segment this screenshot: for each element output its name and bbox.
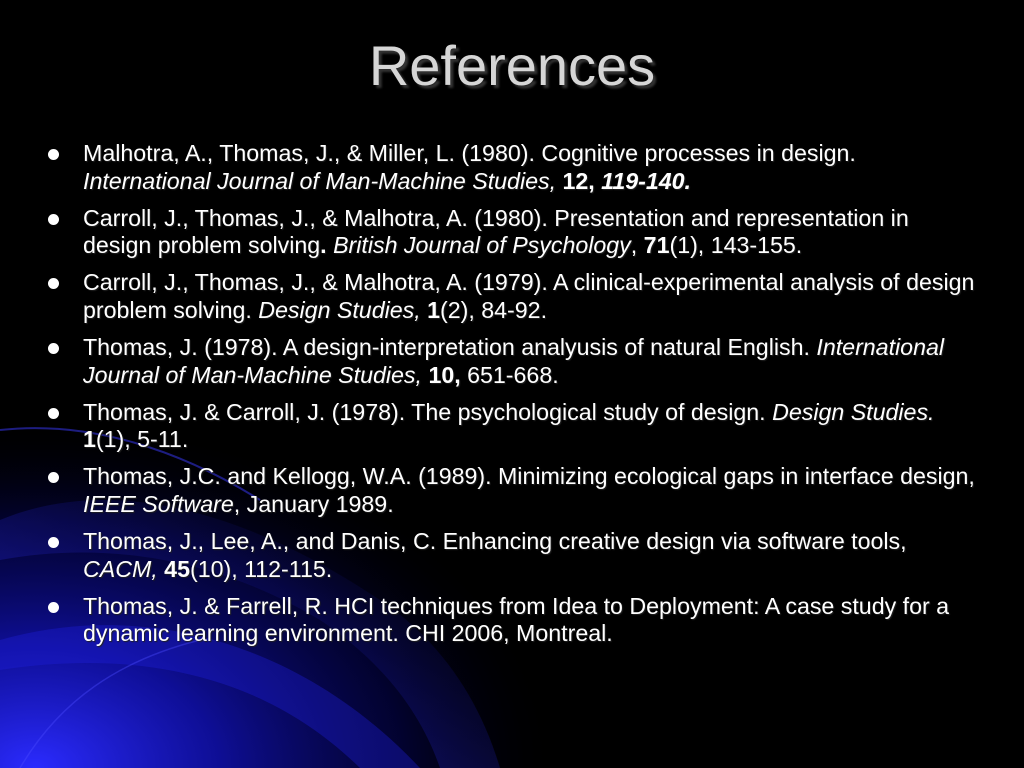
journal-name: International Journal of Man-Machine Stu… — [83, 167, 557, 194]
reference-item: Malhotra, A., Thomas, J., & Miller, L. (… — [48, 140, 978, 195]
journal-name: British Journal of Psychology — [326, 232, 631, 259]
reference-item: Thomas, J. & Carroll, J. (1978). The psy… — [48, 399, 978, 454]
volume: 10, — [428, 361, 461, 388]
bullet-icon — [48, 601, 59, 613]
pages: 651-668. — [460, 361, 559, 388]
journal-name: Design Studies, — [258, 296, 421, 323]
bullet-icon — [48, 472, 59, 484]
reference-item: Thomas, J., Lee, A., and Danis, C. Enhan… — [48, 528, 978, 583]
pages: (2), 84-92. — [440, 296, 548, 323]
date: , January 1989. — [233, 491, 394, 518]
reference-text: Malhotra, A., Thomas, J., & Miller, L. (… — [83, 140, 856, 166]
volume: 45 — [164, 555, 190, 582]
pages: (10), 112-115. — [189, 555, 333, 582]
volume: 1 — [83, 426, 96, 453]
reference-text: Thomas, J. (1978). A design-interpretati… — [83, 334, 817, 361]
reference-item: Carroll, J., Thomas, J., & Malhotra, A. … — [48, 205, 978, 260]
reference-item: Thomas, J. (1978). A design-interpretati… — [48, 334, 978, 389]
bullet-icon — [48, 213, 59, 225]
slide: References Malhotra, A., Thomas, J., & M… — [0, 0, 1024, 768]
bullet-icon — [48, 278, 59, 290]
pages: 119-140. — [594, 167, 691, 194]
bullet-icon — [48, 343, 59, 355]
reference-item: Carroll, J., Thomas, J., & Malhotra, A. … — [48, 269, 978, 324]
volume: 12, — [556, 167, 595, 194]
reference-text: Thomas, J.C. and Kellogg, W.A. (1989). M… — [83, 463, 975, 490]
journal-name: Design Studies. — [772, 398, 935, 425]
pages: (1), 143-155. — [669, 232, 803, 259]
bullet-icon — [48, 537, 59, 549]
volume: 71 — [643, 232, 670, 259]
reference-item: Thomas, J.C. and Kellogg, W.A. (1989). M… — [48, 463, 978, 518]
reference-list: Malhotra, A., Thomas, J., & Miller, L. (… — [48, 140, 978, 658]
bullet-icon — [48, 407, 59, 419]
pages: (1), 5-11. — [95, 426, 189, 453]
slide-title: References — [368, 34, 656, 97]
journal-name: IEEE Software — [83, 491, 234, 518]
bullet-icon — [48, 149, 59, 160]
journal-name: CACM, — [83, 555, 158, 582]
reference-text: Thomas, J., Lee, A., and Danis, C. Enhan… — [83, 528, 907, 555]
reference-text: Thomas, J. & Farrell, R. HCI techniques … — [83, 592, 950, 647]
reference-text: Thomas, J. & Carroll, J. (1978). The psy… — [83, 398, 773, 425]
reference-item: Thomas, J. & Farrell, R. HCI techniques … — [48, 593, 978, 648]
volume: 1 — [427, 296, 441, 323]
separator: , — [630, 232, 644, 259]
